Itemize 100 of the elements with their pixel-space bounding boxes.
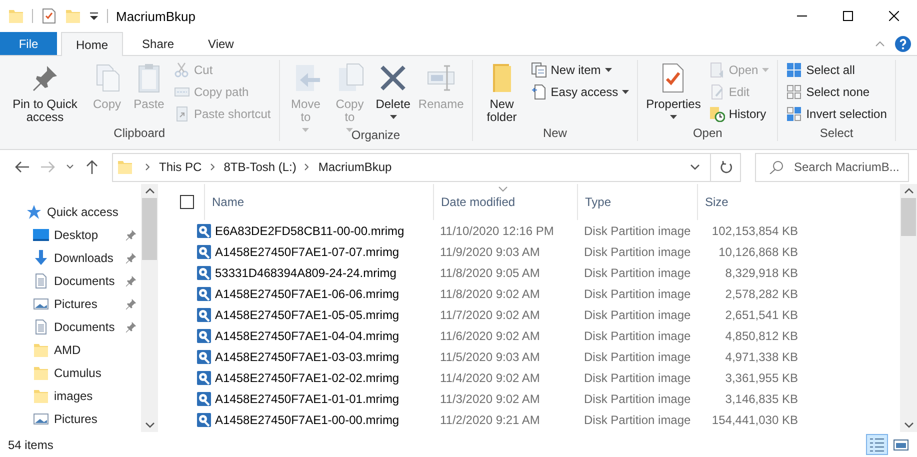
collapse-ribbon-icon xyxy=(875,40,885,48)
group-label: Clipboard xyxy=(112,126,166,141)
file-name[interactable]: A1458E27450F7AE1-02-02.mrimg xyxy=(196,370,433,386)
breadcrumb[interactable]: 8TB-Tosh (L:) xyxy=(222,160,298,174)
sort-caret-icon xyxy=(498,186,508,192)
type-cell-text: Disk Partition image xyxy=(583,308,692,322)
document-icon xyxy=(33,272,49,288)
sidebar-item[interactable]: images xyxy=(0,384,141,407)
pin-icon xyxy=(125,298,137,310)
ribbon-button[interactable]: New folder xyxy=(478,60,526,126)
sidebar-item[interactable]: Documents xyxy=(0,315,141,338)
details-view-icon xyxy=(869,436,885,452)
scroll-down-icon xyxy=(144,422,154,428)
file-name[interactable]: E6A83DE2FD58CB11-00-00.mrimg xyxy=(196,222,433,238)
scrollbar[interactable] xyxy=(141,184,158,432)
date-cell-text: 11/5/2020 9:03 AM xyxy=(439,350,541,364)
down-arrow-icon xyxy=(33,250,49,266)
view-button[interactable] xyxy=(866,434,888,455)
date-cell-text: 11/10/2020 12:16 PM xyxy=(439,224,555,238)
type-cell-text: Disk Partition image xyxy=(583,392,692,406)
size-cell-text: 3,146,835 KB xyxy=(724,392,799,406)
column-header[interactable]: Name xyxy=(204,184,433,220)
ribbon-button[interactable]: Properties xyxy=(643,60,704,121)
file-name[interactable]: A1458E27450F7AE1-01-01.mrimg xyxy=(196,390,433,406)
file-name[interactable]: A1458E27450F7AE1-06-06.mrimg xyxy=(196,286,433,302)
sidebar-item[interactable]: Cumulus xyxy=(0,361,141,384)
size-cell-text: 10,126,868 KB xyxy=(718,244,799,258)
file-name[interactable]: A1458E27450F7AE1-05-05.mrimg xyxy=(196,306,433,322)
sidebar-item[interactable]: Pictures xyxy=(0,292,141,315)
date-cell-text: 11/8/2020 9:05 AM xyxy=(439,266,541,280)
ribbon-tab[interactable]: Home xyxy=(61,32,124,56)
size-cell-text: 4,850,812 KB xyxy=(724,328,799,342)
scissors-icon xyxy=(174,62,190,78)
size-cell-text: 8,329,918 KB xyxy=(724,266,799,280)
type-cell-text: Disk Partition image xyxy=(583,244,692,258)
ribbon-button[interactable]: Delete xyxy=(372,60,414,121)
date-cell-text: 11/4/2020 9:02 AM xyxy=(439,370,541,384)
column-header[interactable]: Date modified xyxy=(433,184,577,220)
file-name[interactable]: A1458E27450F7AE1-00-00.mrimg xyxy=(196,412,433,428)
ribbon-tab[interactable]: File xyxy=(0,32,57,55)
forward-arrow-icon xyxy=(40,159,56,175)
date-cell-text: 11/3/2020 9:02 AM xyxy=(439,392,541,406)
size-cell-text: 2,651,541 KB xyxy=(724,308,799,322)
size-cell-text: 4,971,338 KB xyxy=(724,350,799,364)
ribbon-button[interactable]: Select none xyxy=(783,82,890,102)
group-label: Organize xyxy=(350,128,402,143)
ribbon-button[interactable]: Easy access xyxy=(528,82,632,102)
chevron-right-icon xyxy=(210,163,216,171)
sidebar-item[interactable]: Desktop xyxy=(0,223,141,246)
file-name[interactable]: A1458E27450F7AE1-04-04.mrimg xyxy=(196,328,433,344)
select-all-checkbox[interactable] xyxy=(180,195,194,209)
window-title: MacriumBkup xyxy=(116,8,196,24)
shortcut-icon xyxy=(174,106,190,122)
type-cell-text: Disk Partition image xyxy=(583,350,692,364)
folder-icon xyxy=(33,342,49,358)
folder-icon xyxy=(65,8,81,24)
sidebar-item[interactable]: Pictures xyxy=(0,407,141,430)
pin-icon xyxy=(125,320,137,332)
address-bar[interactable]: This PC 8TB-Tosh (L:) MacriumBkup xyxy=(112,152,741,182)
group-label: Open xyxy=(692,126,724,141)
chevron-down-icon xyxy=(66,164,74,170)
ribbon-tab[interactable]: Share xyxy=(127,32,190,55)
ribbon-button[interactable]: History xyxy=(706,104,772,124)
scrollbar[interactable] xyxy=(900,184,917,432)
date-cell-text: 11/9/2020 9:03 AM xyxy=(439,244,541,258)
item-count: 54 items xyxy=(8,438,54,452)
folder-icon xyxy=(117,159,133,175)
ribbon-tab[interactable]: View xyxy=(193,32,249,55)
search-field[interactable]: Search MacriumB... xyxy=(755,152,909,182)
sidebar-item[interactable]: Downloads xyxy=(0,246,141,269)
grid-icon xyxy=(786,106,802,122)
open-icon xyxy=(708,62,725,78)
file-name[interactable]: 53331D468394A809-24-24.mrimg xyxy=(196,264,433,280)
date-cell-text: 11/6/2020 9:02 AM xyxy=(439,328,541,342)
folder-icon xyxy=(33,364,49,380)
file-name[interactable]: A1458E27450F7AE1-07-07.mrimg xyxy=(196,244,433,260)
back-arrow-icon xyxy=(14,159,30,175)
size-cell-text: 3,361,955 KB xyxy=(724,370,799,384)
ribbon-button[interactable]: Select all xyxy=(783,60,890,80)
picture-icon xyxy=(33,410,49,426)
sidebar-item[interactable]: Quick access xyxy=(0,200,141,223)
scrollbar-thumb[interactable] xyxy=(142,198,157,260)
column-header[interactable]: Type xyxy=(577,184,697,220)
help-icon xyxy=(895,36,911,52)
column-header[interactable]: Size xyxy=(697,184,809,220)
ribbon-button[interactable]: New item xyxy=(528,60,632,80)
document-icon xyxy=(530,84,547,100)
breadcrumb[interactable]: MacriumBkup xyxy=(316,160,394,174)
sidebar-item[interactable]: AMD xyxy=(0,338,141,361)
sidebar-item[interactable]: Documents xyxy=(0,269,141,292)
scrollbar-thumb[interactable] xyxy=(901,198,916,236)
ribbon-button[interactable]: Pin to Quick access xyxy=(5,60,85,126)
breadcrumb[interactable]: This PC xyxy=(157,160,204,174)
folder-icon xyxy=(8,8,24,24)
search-icon xyxy=(769,160,783,174)
file-name[interactable]: A1458E27450F7AE1-03-03.mrimg xyxy=(196,348,433,364)
ribbon-button[interactable]: Invert selection xyxy=(783,104,890,124)
up-arrow-icon xyxy=(84,159,100,175)
chevron-right-icon xyxy=(145,163,151,171)
document-icon xyxy=(33,318,49,334)
